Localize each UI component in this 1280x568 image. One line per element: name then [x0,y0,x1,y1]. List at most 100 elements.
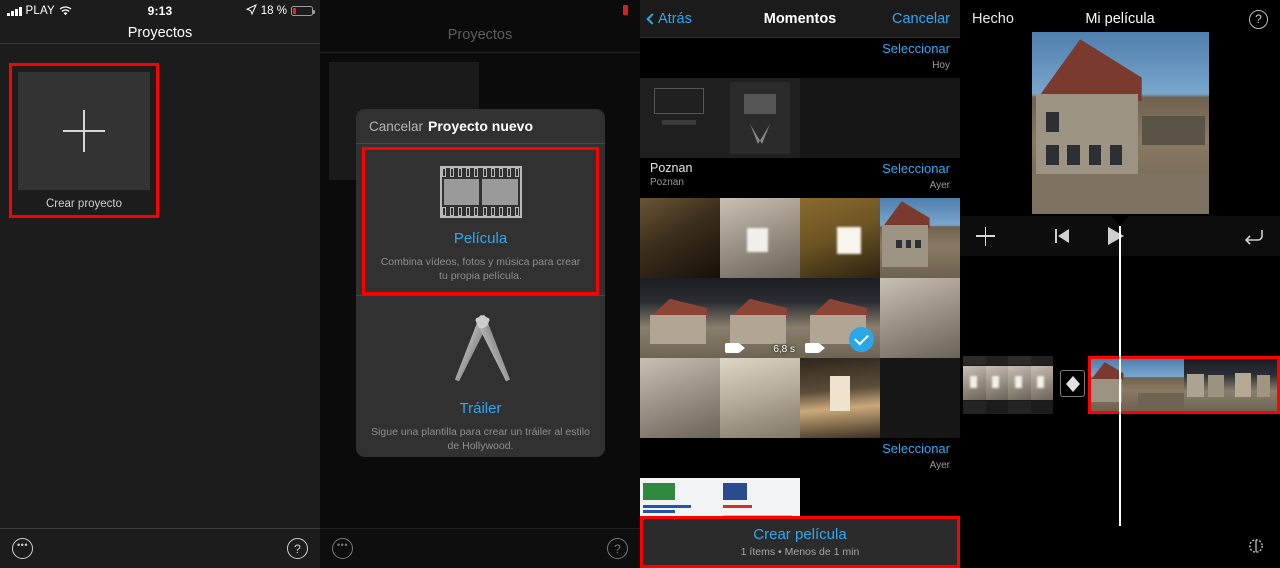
grid-item[interactable] [640,198,720,278]
video-duration-label: 6,8 s [773,344,795,355]
question-circle-icon[interactable]: ? [1249,9,1268,29]
select-button[interactable]: Seleccionar [882,41,950,56]
thumbnail [880,278,960,358]
add-media-button[interactable] [976,226,995,246]
timeline-clip-selected[interactable] [1088,356,1280,414]
playhead-marker-icon [1111,216,1129,226]
grid-item[interactable] [880,198,960,278]
projects-body: Crear proyecto [0,45,320,528]
film-strip-icon [439,166,522,218]
preview-frame [1032,32,1209,214]
thumbnail [640,358,720,438]
done-button[interactable]: Hecho [972,11,1014,27]
thumbnail [880,78,960,158]
thumbnail [720,198,800,278]
panel-projects: PLAY 9:13 18 % Proyectos Crear proyecto … [0,0,320,568]
video-camera-icon [805,343,825,353]
grid-item[interactable] [720,198,800,278]
option-movie-label: Película [453,230,508,247]
back-label: Atrás [658,10,692,27]
section-header: Seleccionar Ayer [640,438,960,478]
panel-moments-picker: Atrás Momentos Cancelar Seleccionar Hoy [640,0,960,568]
grid-item[interactable] [800,78,880,158]
ellipsis-circle-icon[interactable]: ••• [12,538,33,559]
bottom-toolbar: ••• ? [320,528,640,568]
grid-item[interactable] [880,358,960,438]
create-movie-button[interactable]: Crear película 1 ítems • Menos de 1 min [640,516,960,568]
section-date: Hoy [932,60,950,71]
checkmark-circle-icon[interactable] [849,327,874,352]
thumbnail [640,198,720,278]
grid-item[interactable] [720,358,800,438]
option-trailer-description: Sigue una plantilla para crear un tráile… [371,426,590,453]
section-header: Poznan Poznan Seleccionar Ayer [640,158,960,198]
grid-item[interactable] [720,78,800,158]
video-preview[interactable] [1032,32,1209,214]
thumbnail [800,358,880,438]
create-project-tile[interactable] [18,72,150,190]
background-page-title: Proyectos [447,27,513,43]
thumbnail [720,358,800,438]
skip-to-start-icon [1055,229,1070,243]
status-bar: PLAY 9:13 18 % [0,0,320,22]
plus-icon [976,226,995,246]
thumbnail [640,478,720,516]
thumbnail [720,78,800,158]
grid-item[interactable] [880,78,960,158]
grid-item-selected[interactable] [800,278,880,358]
thumbnail [640,278,720,358]
thumbnail [720,478,800,516]
video-camera-icon [725,343,745,353]
chevron-left-icon [646,12,658,25]
undo-button[interactable] [1242,227,1264,245]
thumbnail [640,78,720,158]
question-circle-icon[interactable]: ? [287,538,308,559]
grid-item[interactable] [640,278,720,358]
grid-item[interactable] [880,278,960,358]
section-date: Ayer [929,180,950,191]
cancel-button[interactable]: Cancelar [892,11,950,27]
divider [320,52,640,53]
grid-item[interactable] [640,358,720,438]
section-header: Seleccionar Hoy [640,38,960,78]
plus-icon [63,110,105,152]
create-project-label: Crear proyecto [45,198,123,210]
photo-grid[interactable] [640,78,960,158]
play-icon [1108,227,1124,245]
grid-item[interactable] [800,358,880,438]
grid-item[interactable] [640,478,720,516]
grid-item-video[interactable]: 6,8 s [720,278,800,358]
transition-icon[interactable] [1060,370,1085,397]
back-button[interactable]: Atrás [646,10,692,27]
cancel-button[interactable]: Cancelar [369,119,423,134]
play-button[interactable] [1108,227,1124,245]
timeline-clip[interactable] [963,356,1053,414]
photo-grid[interactable]: 6,8 s [640,198,960,438]
thumbnail [800,78,880,158]
grid-item[interactable] [720,478,800,516]
option-movie[interactable]: Película Combina vídeos, fotos y música … [362,147,599,295]
skip-to-start-button[interactable] [1055,229,1070,243]
ellipsis-circle-icon[interactable]: ••• [332,538,353,559]
panel-movie-editor: Hecho Mi película ? [960,0,1280,568]
create-project-button[interactable]: Crear proyecto [9,63,159,218]
option-movie-description: Combina vídeos, fotos y música para crea… [380,256,581,283]
battery-icon [291,6,315,16]
dialog-header: Cancelar Proyecto nuevo [356,109,605,144]
option-trailer[interactable]: Tráiler Sigue una plantilla para crear u… [356,296,605,452]
select-button[interactable]: Seleccionar [882,441,950,456]
question-circle-icon[interactable]: ? [607,538,628,559]
grid-item[interactable] [800,198,880,278]
moments-list[interactable]: Seleccionar Hoy Poznan Poznan Selecciona… [640,38,960,516]
section-date: Ayer [929,460,950,471]
grid-item[interactable] [640,78,720,158]
settings-button[interactable] [1246,536,1266,556]
thumbnail [880,358,960,438]
create-movie-label: Crear película [753,526,847,543]
gear-icon [1246,536,1266,556]
undo-arrow-icon [1242,227,1264,245]
clock-label: 9:13 [147,4,173,18]
select-button[interactable]: Seleccionar [882,161,950,176]
playhead-line[interactable] [1119,226,1121,526]
photo-grid[interactable] [640,478,960,516]
